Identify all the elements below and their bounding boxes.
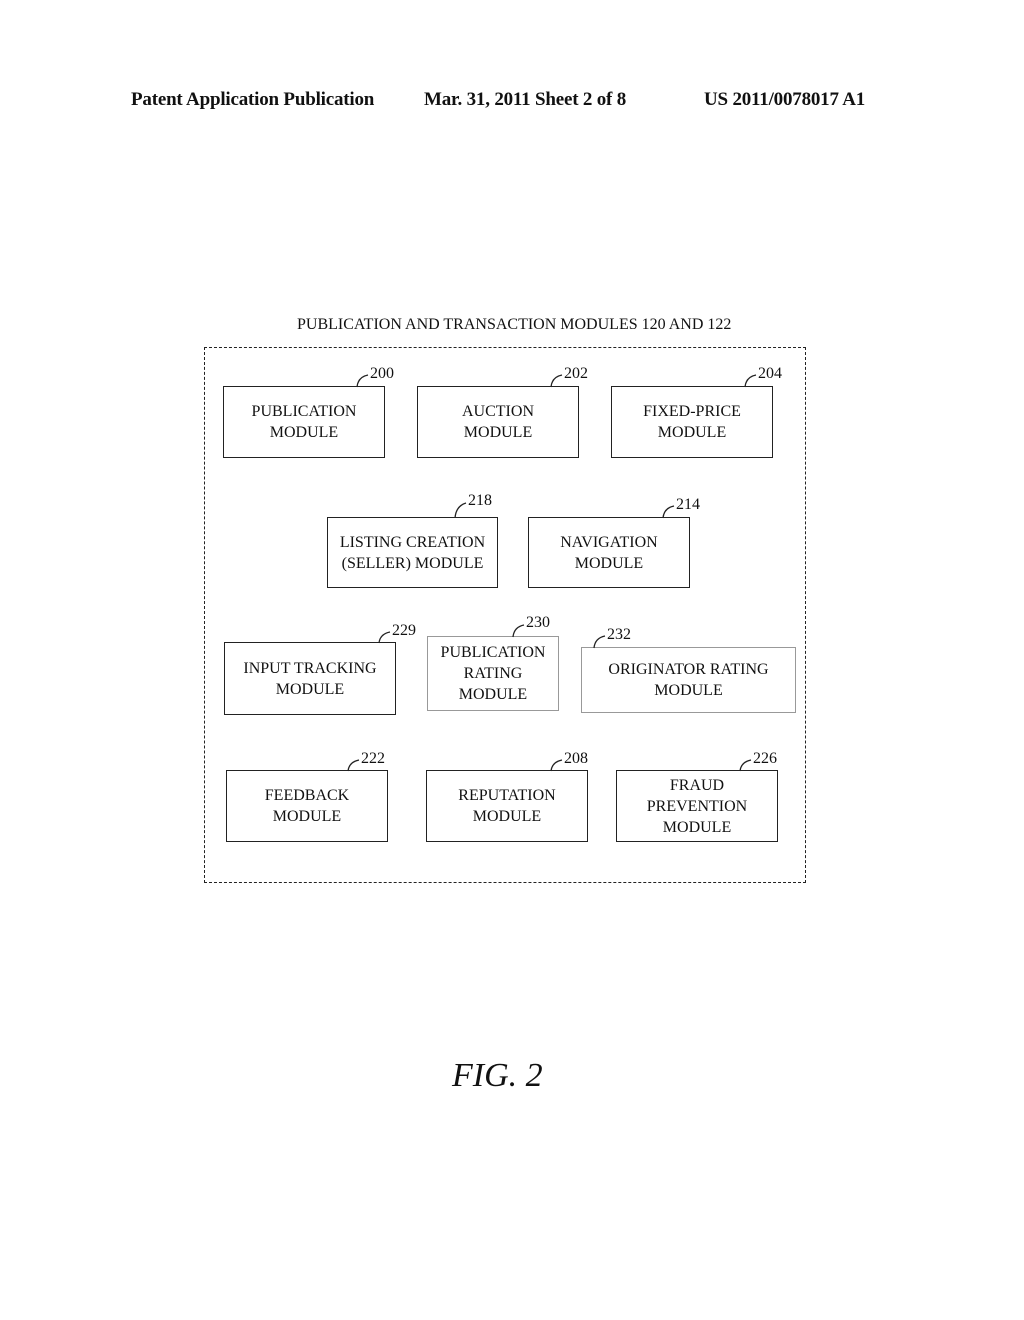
leader-202 [550, 374, 563, 388]
leader-200 [356, 374, 369, 388]
leader-232 [593, 635, 606, 649]
ref-number: 218 [468, 492, 492, 509]
leader-218 [454, 502, 467, 519]
leader-204 [744, 374, 757, 388]
figure-label: FIG. 2 [452, 1057, 543, 1094]
ref-number: 202 [564, 365, 588, 382]
leader-226 [739, 759, 752, 772]
leader-214 [662, 505, 675, 519]
ref-number: 208 [564, 750, 588, 767]
ref-number: 214 [676, 496, 700, 513]
leader-222 [347, 759, 360, 772]
ref-number: 204 [758, 365, 782, 382]
leader-230 [512, 624, 525, 638]
ref-number: 226 [753, 750, 777, 767]
leader-lines [347, 374, 757, 772]
ref-number: 200 [370, 365, 394, 382]
leader-229 [378, 631, 391, 644]
ref-number: 222 [361, 750, 385, 767]
ref-number: 232 [607, 626, 631, 643]
ref-number: 230 [526, 614, 550, 631]
ref-number: 229 [392, 622, 416, 639]
leader-208 [550, 759, 563, 772]
